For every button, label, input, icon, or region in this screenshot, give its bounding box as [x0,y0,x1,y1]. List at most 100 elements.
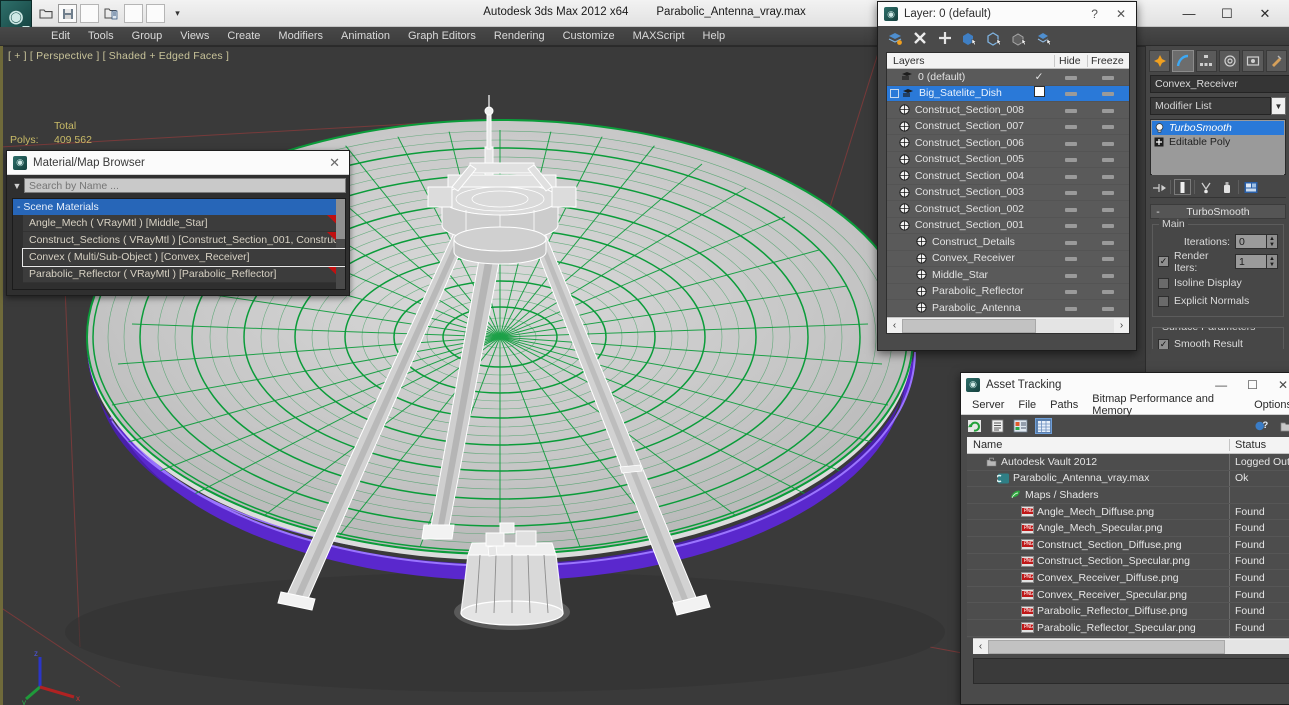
hide-toggle[interactable] [1054,120,1087,132]
configure-modifier-sets-icon[interactable] [1242,179,1259,195]
layer-row-object[interactable]: Construct_Section_004 [887,168,1129,185]
list-view-icon[interactable] [989,418,1006,434]
layer-explorer-window[interactable]: ◉ Layer: 0 (default) ? ✕ Layers Hide Fre… [877,1,1137,351]
asset-row-vault[interactable]: Autodesk Vault 2012 Logged Out [967,454,1289,471]
freeze-toggle[interactable] [1087,252,1129,264]
hide-toggle[interactable] [1054,252,1087,264]
freeze-toggle[interactable] [1087,120,1129,132]
add-layer-icon[interactable] [936,30,953,47]
layer-row-object[interactable]: Construct_Section_001 [887,218,1129,234]
current-layer-checkmark[interactable]: ✓ [1024,71,1054,83]
scrollbar-thumb[interactable] [988,639,1226,654]
hide-toggle[interactable] [1054,203,1087,215]
asset-row-png[interactable]: Angle_Mech_Diffuse.png Found [967,503,1289,521]
freeze-toggle[interactable] [1087,170,1129,182]
modifier-stack-empty-area[interactable] [1152,149,1284,175]
hide-toggle[interactable] [1054,153,1087,165]
layer-row-object[interactable]: Construct_Section_006 [887,135,1129,152]
remove-modifier-icon[interactable] [1218,179,1235,195]
scroll-right-icon[interactable]: › [1114,320,1129,331]
motion-tab[interactable] [1218,49,1241,72]
modifier-list-dropdown[interactable]: Modifier List ▼ [1150,97,1286,115]
material-row[interactable]: Construct_Sections ( VRayMtl ) [Construc… [23,232,345,249]
current-layer-checkbox[interactable] [1024,86,1054,100]
smooth-result-row[interactable]: ✓ Smooth Result [1158,336,1278,349]
layer-horizontal-scrollbar[interactable]: ‹ › [887,317,1129,333]
chevron-down-icon[interactable]: ▼ [1271,97,1286,115]
layer-toolbar[interactable] [878,26,1136,50]
freeze-toggle[interactable] [1087,87,1129,99]
layer-row-object[interactable]: Construct_Section_005 [887,152,1129,168]
isoline-display-row[interactable]: Isoline Display [1158,275,1278,291]
hide-toggle[interactable] [1054,219,1087,231]
select-highlighted-layers-icon[interactable] [1036,30,1053,47]
menu-paths[interactable]: Paths [1043,399,1085,411]
freeze-toggle[interactable] [1087,137,1129,149]
command-panel-tabs[interactable] [1146,46,1289,72]
freeze-toggle[interactable] [1087,71,1129,83]
layer-row-object[interactable]: Parabolic_Antenna [887,300,1129,317]
menu-group[interactable]: Group [123,28,172,44]
spinner-arrows-icon[interactable]: ▲ ▼ [1267,234,1278,249]
asset-row-maps[interactable]: Maps / Shaders [967,487,1289,504]
close-button[interactable]: ✕ [1257,6,1273,22]
asset-rows[interactable]: Autodesk Vault 2012 Logged Out Parabolic… [967,454,1289,638]
layer-row-big-satelite-dish[interactable]: Big_Satelite_Dish [887,85,1129,102]
scene-materials-group[interactable]: - Scene Materials [13,199,345,215]
layer-row-object[interactable]: Construct_Section_003 [887,185,1129,201]
scroll-left-icon[interactable]: ‹ [887,320,902,331]
asset-row-png[interactable]: Convex_Receiver_Specular.png Found [967,586,1289,604]
scene-state-icon[interactable] [146,4,165,23]
search-options-icon[interactable]: ▼ [10,181,24,191]
explicit-normals-row[interactable]: Explicit Normals [1158,293,1278,309]
material-list[interactable]: - Scene Materials Angle_Mech ( VRayMtl )… [12,198,346,290]
layer-row-object[interactable]: Construct_Section_002 [887,201,1129,218]
menu-create[interactable]: Create [218,28,269,44]
freeze-toggle[interactable] [1087,153,1129,165]
open-file-icon[interactable] [36,4,55,23]
menu-tools[interactable]: Tools [79,28,123,44]
viewport-label[interactable]: [ + ] [ Perspective ] [ Shaded + Edged F… [8,50,229,62]
render-iters-value[interactable]: 1 [1235,254,1267,269]
hide-toggle[interactable] [1054,236,1087,248]
help-button[interactable]: ? [1091,7,1098,21]
freeze-toggle[interactable] [1087,236,1129,248]
show-end-result-icon[interactable] [1174,179,1191,195]
menu-animation[interactable]: Animation [332,28,399,44]
object-name-row[interactable] [1150,75,1289,93]
menu-help[interactable]: Help [694,28,735,44]
freeze-toggle[interactable] [1087,285,1129,297]
minimize-button[interactable]: — [1181,6,1197,21]
menu-rendering[interactable]: Rendering [485,28,554,44]
close-button[interactable]: ✕ [1116,7,1126,21]
isoline-display-checkbox[interactable] [1158,277,1169,289]
utilities-tab[interactable] [1265,49,1287,72]
layer-row-object[interactable]: Parabolic_Reflector [887,284,1129,300]
asset-row-png[interactable]: Angle_Mech_Specular.png Found [967,520,1289,537]
object-name-input[interactable] [1150,75,1289,93]
close-icon[interactable]: ✕ [329,155,343,171]
select-objects-in-layer-icon[interactable] [961,30,978,47]
menu-bitmap-performance[interactable]: Bitmap Performance and Memory [1085,393,1247,417]
close-button[interactable]: ✕ [1278,378,1288,392]
refresh-icon[interactable] [966,418,983,434]
make-unique-icon[interactable] [1198,179,1215,195]
layer-row-object[interactable]: Convex_Receiver [887,251,1129,267]
hide-toggle[interactable] [1054,137,1087,149]
quick-access-toolbar[interactable]: ▾ [36,3,187,24]
layer-rows[interactable]: 0 (default) ✓ Big_Satelite_Dish Construc… [887,69,1129,318]
hide-toggle[interactable] [1054,285,1087,297]
hide-toggle[interactable] [1054,87,1087,99]
scrollbar-thumb[interactable] [336,199,345,239]
spinner-arrows-icon[interactable]: ▲ ▼ [1267,254,1278,269]
save-file-icon[interactable] [58,4,77,23]
highlight-selected-objects-icon[interactable] [986,30,1003,47]
expand-collapse-icon[interactable] [890,88,899,98]
scrollbar-thumb[interactable] [902,318,1036,333]
qat-dropdown-icon[interactable]: ▾ [168,4,187,23]
material-list-scrollbar[interactable] [336,199,345,289]
explicit-normals-checkbox[interactable] [1158,295,1169,307]
asset-row-maxfile[interactable]: Parabolic_Antenna_vray.max Ok [967,470,1289,488]
smooth-result-checkbox[interactable]: ✓ [1158,338,1169,349]
menu-server[interactable]: Server [965,399,1011,411]
